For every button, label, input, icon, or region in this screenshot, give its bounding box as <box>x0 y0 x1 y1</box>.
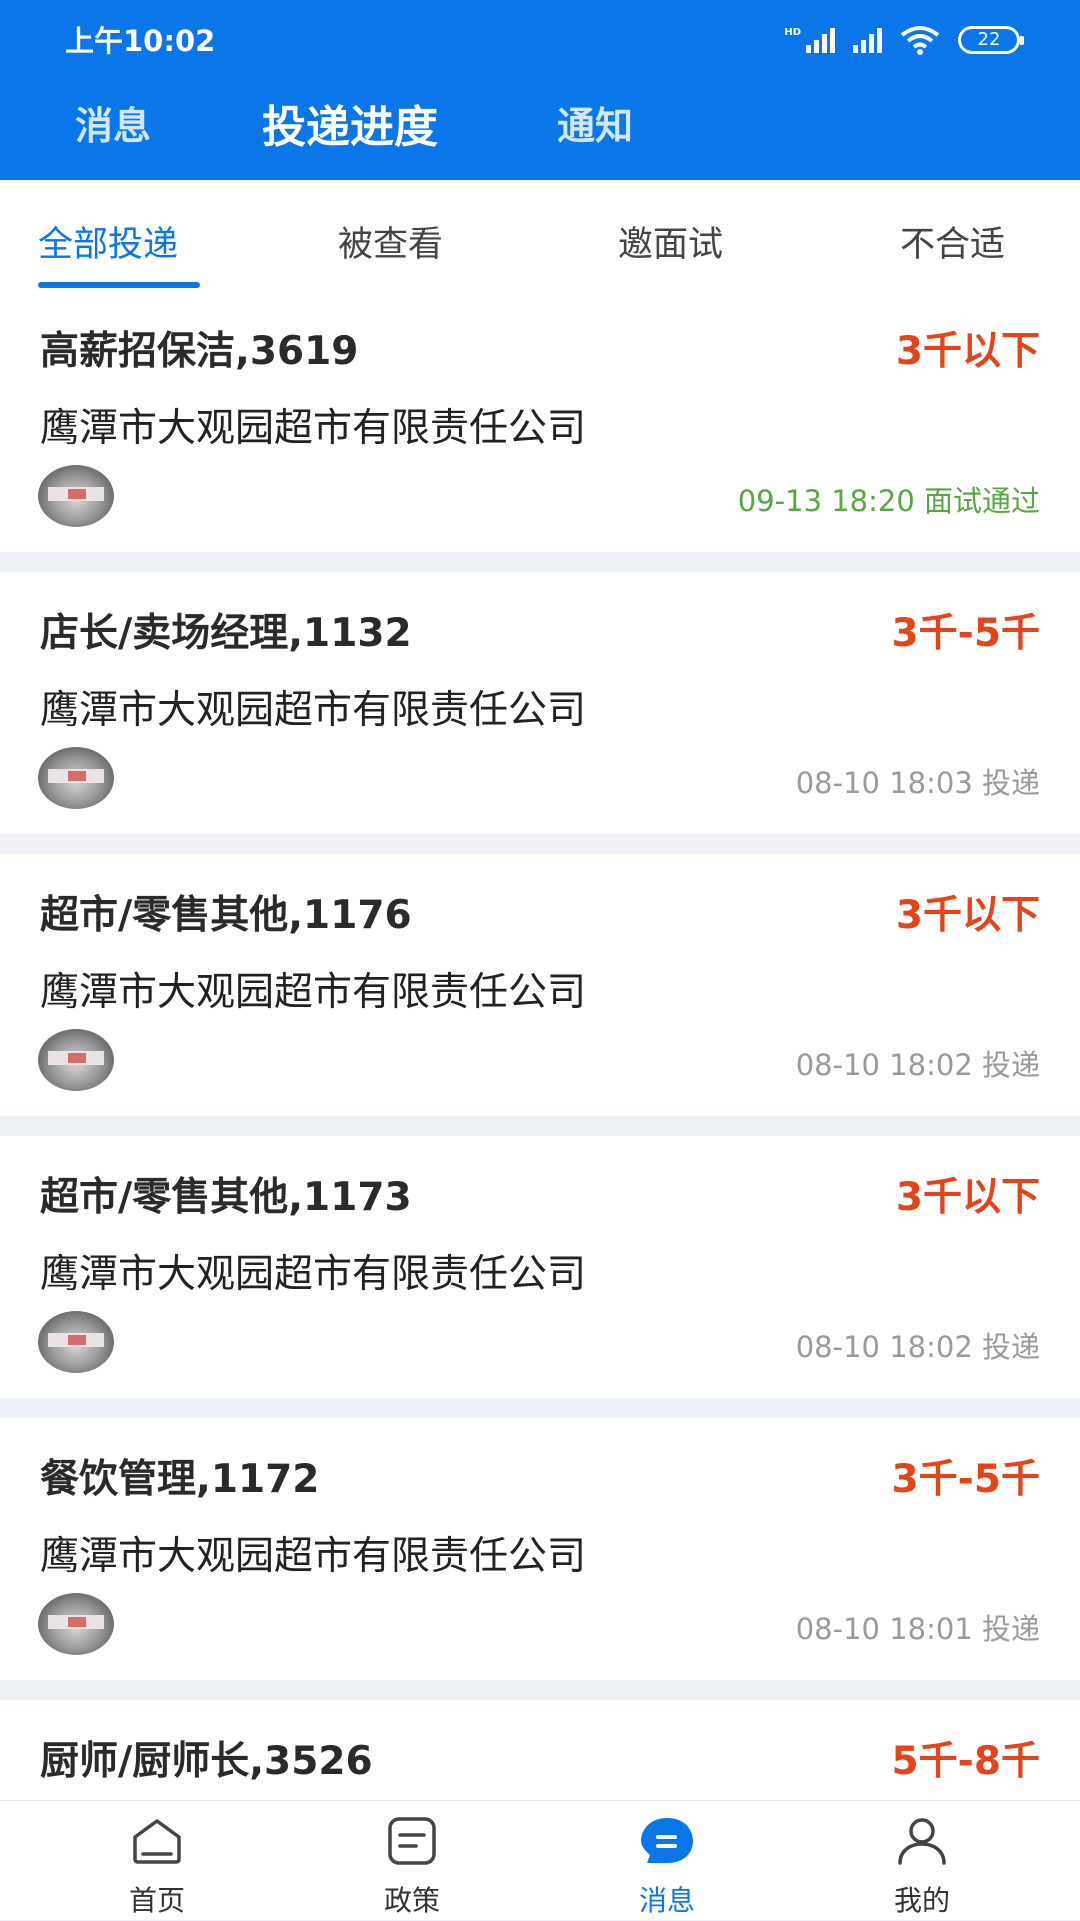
wifi-icon <box>900 25 940 55</box>
application-status: 08-10 18:01 投递 <box>795 1612 1040 1646</box>
nav-policy-label: 政策 <box>383 1884 440 1917</box>
subtab-viewed[interactable]: 被查看 <box>338 216 443 267</box>
salary-range: 3千以下 <box>895 1175 1040 1220</box>
job-title: 餐饮管理,1172 <box>40 1457 320 1502</box>
nav-messages[interactable]: 消息 <box>567 1801 767 1921</box>
job-title: 超市/零售其他,1173 <box>40 1175 412 1220</box>
header: 上午10:02 HD 22 消息 投递进度 通知 <box>0 0 1080 180</box>
status-time: 上午10:02 <box>65 24 216 58</box>
message-icon <box>641 1818 693 1863</box>
profile-icon <box>898 1818 946 1865</box>
nav-profile-label: 我的 <box>893 1884 950 1917</box>
subtab-interview-invited[interactable]: 邀面试 <box>618 216 723 267</box>
nav-home[interactable]: 首页 <box>57 1801 257 1921</box>
company-name: 鹰潭市大观园超市有限责任公司 <box>40 1534 587 1579</box>
application-card[interactable]: 店长/卖场经理,1132 3千-5千 鹰潭市大观园超市有限责任公司 08-10 … <box>0 572 1080 834</box>
application-card[interactable]: 高薪招保洁,3619 3千以下 鹰潭市大观园超市有限责任公司 09-13 18:… <box>0 290 1080 552</box>
company-logo <box>38 1029 114 1091</box>
status-bar: 上午10:02 HD 22 <box>0 0 1080 80</box>
company-logo <box>38 747 114 809</box>
job-title: 超市/零售其他,1176 <box>40 893 412 938</box>
nav-profile[interactable]: 我的 <box>822 1801 1022 1921</box>
nav-messages-label: 消息 <box>638 1884 695 1917</box>
company-name: 鹰潭市大观园超市有限责任公司 <box>40 1252 587 1297</box>
job-title: 厨师/厨师长,3526 <box>40 1739 373 1784</box>
company-logo <box>38 1311 114 1373</box>
network-type-label: HD <box>784 27 801 38</box>
application-status: 08-10 18:02 投递 <box>795 1330 1040 1364</box>
company-logo <box>38 1593 114 1655</box>
tab-delivery-progress[interactable]: 投递进度 <box>262 91 438 155</box>
tab-messages[interactable]: 消息 <box>75 95 151 150</box>
subtab-all-applications[interactable]: 全部投递 <box>38 216 178 267</box>
home-icon <box>133 1819 181 1864</box>
application-status: 08-10 18:03 投递 <box>795 766 1040 800</box>
battery-icon: 22 <box>958 26 1024 54</box>
salary-range: 3千以下 <box>895 329 1040 374</box>
top-tabs: 消息 投递进度 通知 <box>0 95 1080 155</box>
signal-icon <box>853 27 882 53</box>
job-title: 高薪招保洁,3619 <box>40 329 359 374</box>
salary-range: 3千-5千 <box>891 611 1040 656</box>
application-status: 08-10 18:02 投递 <box>795 1048 1040 1082</box>
salary-range: 3千以下 <box>895 893 1040 938</box>
company-logo <box>38 465 114 527</box>
bottom-nav: 首页 政策 消息 我的 <box>0 1800 1080 1920</box>
nav-home-label: 首页 <box>128 1884 185 1917</box>
salary-range: 3千-5千 <box>891 1457 1040 1502</box>
status-icons: HD 22 <box>784 22 1024 58</box>
salary-range: 5千-8千 <box>891 1739 1040 1784</box>
policy-icon <box>388 1817 436 1865</box>
tab-notifications[interactable]: 通知 <box>557 95 633 150</box>
subtab-not-suitable[interactable]: 不合适 <box>900 216 1005 267</box>
company-name: 鹰潭市大观园超市有限责任公司 <box>40 406 587 451</box>
signal-hd-icon: HD <box>784 27 835 53</box>
application-card[interactable]: 餐饮管理,1172 3千-5千 鹰潭市大观园超市有限责任公司 08-10 18:… <box>0 1418 1080 1680</box>
company-name: 鹰潭市大观园超市有限责任公司 <box>40 970 587 1015</box>
application-card[interactable]: 超市/零售其他,1173 3千以下 鹰潭市大观园超市有限责任公司 08-10 1… <box>0 1136 1080 1398</box>
nav-policy[interactable]: 政策 <box>312 1801 512 1921</box>
company-name: 鹰潭市大观园超市有限责任公司 <box>40 688 587 733</box>
sub-tabs: 全部投递 被查看 邀面试 不合适 <box>0 180 1080 290</box>
application-card[interactable]: 超市/零售其他,1176 3千以下 鹰潭市大观园超市有限责任公司 08-10 1… <box>0 854 1080 1116</box>
job-title: 店长/卖场经理,1132 <box>40 611 412 656</box>
active-tab-indicator <box>38 282 200 288</box>
application-status: 09-13 18:20 面试通过 <box>737 484 1040 518</box>
application-list: 高薪招保洁,3619 3千以下 鹰潭市大观园超市有限责任公司 09-13 18:… <box>0 290 1080 1840</box>
